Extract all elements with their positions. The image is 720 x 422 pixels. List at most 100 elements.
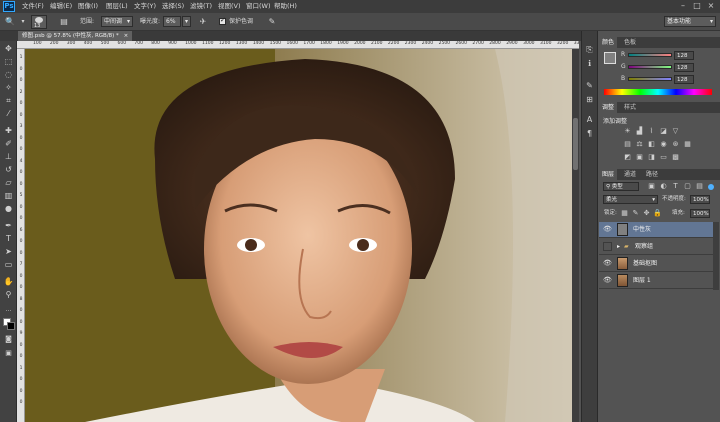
healing-icon[interactable]: ✚ xyxy=(3,125,14,136)
menu-edit[interactable]: 编辑(E) xyxy=(50,1,72,12)
background-color-swatch[interactable] xyxy=(7,322,15,330)
screen-mode-icon[interactable]: ▣ xyxy=(3,348,14,359)
layer-filter-select[interactable]: ⚲ 类型 xyxy=(603,182,639,191)
layer-row-neutral-gray[interactable]: 👁 中性灰 xyxy=(599,222,713,238)
invert-icon[interactable]: ◩ xyxy=(623,153,632,162)
curves-icon[interactable]: ⌇ xyxy=(647,127,656,136)
history-brush-icon[interactable]: ↺ xyxy=(3,164,14,175)
menu-filter[interactable]: 滤镜(T) xyxy=(190,1,212,12)
pressure-size-icon[interactable]: ✎ xyxy=(266,16,278,28)
lock-position-icon[interactable]: ✥ xyxy=(642,209,651,218)
protect-tones-checkbox[interactable]: ✓ xyxy=(219,16,226,25)
filter-shape-icon[interactable]: ▢ xyxy=(683,182,692,191)
character-panel-icon[interactable]: A xyxy=(584,114,595,125)
lock-all-icon[interactable]: 🔒 xyxy=(653,209,662,218)
path-select-icon[interactable]: ➤ xyxy=(3,246,14,257)
posterize-icon[interactable]: ▣ xyxy=(635,153,644,162)
hand-icon[interactable]: ✋ xyxy=(3,276,14,287)
lock-transparent-icon[interactable]: ▦ xyxy=(620,209,629,218)
tab-swatches[interactable]: 色板 xyxy=(621,37,639,48)
document-canvas[interactable] xyxy=(25,49,572,422)
tab-styles[interactable]: 样式 xyxy=(621,102,639,113)
range-select[interactable]: 中间调 ▾ xyxy=(101,16,133,27)
scrollbar-thumb[interactable] xyxy=(573,118,578,170)
paragraph-panel-icon[interactable]: ¶ xyxy=(584,128,595,139)
eye-icon[interactable]: 👁 xyxy=(603,225,612,234)
close-window-icon[interactable]: × xyxy=(706,1,716,11)
color-spectrum-bar[interactable] xyxy=(604,89,712,95)
eye-icon[interactable]: 👁 xyxy=(603,259,612,268)
gradient-map-icon[interactable]: ▭ xyxy=(659,153,668,162)
menu-layer[interactable]: 图层(L) xyxy=(106,1,128,12)
brightness-icon[interactable]: ☀ xyxy=(623,127,632,136)
maximize-icon[interactable]: □ xyxy=(692,1,702,11)
brush-panel-icon[interactable]: ▤ xyxy=(58,16,70,28)
filter-toggle-icon[interactable] xyxy=(708,184,714,190)
menu-type[interactable]: 文字(Y) xyxy=(134,1,156,12)
exposure-input[interactable]: 6% xyxy=(163,16,181,27)
lasso-icon[interactable]: ◌ xyxy=(3,69,14,80)
dodge-icon[interactable]: ● xyxy=(3,203,14,214)
tab-adjustments[interactable]: 调整 xyxy=(599,102,618,113)
properties-panel-icon[interactable]: ℹ xyxy=(584,58,595,69)
menu-image[interactable]: 图像(I) xyxy=(78,1,98,12)
eye-icon[interactable]: 👁 xyxy=(603,276,612,285)
menu-file[interactable]: 文件(F) xyxy=(22,1,44,12)
filter-type-icon[interactable]: T xyxy=(671,182,680,191)
history-panel-icon[interactable]: ⎘ xyxy=(584,44,595,55)
minimize-icon[interactable]: – xyxy=(678,1,688,11)
filter-pixel-icon[interactable]: ▣ xyxy=(647,182,656,191)
filter-adjust-icon[interactable]: ◐ xyxy=(659,182,668,191)
threshold-icon[interactable]: ◨ xyxy=(647,153,656,162)
clone-source-icon[interactable]: ⊞ xyxy=(584,94,595,105)
blue-slider[interactable] xyxy=(628,77,672,81)
green-slider[interactable] xyxy=(628,65,672,69)
document-tab[interactable]: 修图.psb @ 57.8% (中性灰, RGB/8) * × xyxy=(18,31,133,41)
red-slider[interactable] xyxy=(628,53,672,57)
channel-mixer-icon[interactable]: ⊛ xyxy=(671,140,680,149)
marquee-icon[interactable]: ⬚ xyxy=(3,56,14,67)
eyedropper-icon[interactable]: ⁄ xyxy=(3,108,14,119)
move-icon[interactable]: ✥ xyxy=(3,43,14,54)
layer-row-layer-1[interactable]: 👁 图层 1 xyxy=(599,273,713,289)
crop-icon[interactable]: ⌗ xyxy=(3,95,14,106)
zoom-icon[interactable]: ⚲ xyxy=(3,289,14,300)
more-tools-icon[interactable]: … xyxy=(3,304,14,315)
close-tab-icon[interactable]: × xyxy=(124,33,129,39)
photo-filter-icon[interactable]: ◉ xyxy=(659,140,668,149)
lock-pixels-icon[interactable]: ✎ xyxy=(631,209,640,218)
exposure-dropdown-icon[interactable]: ▾ xyxy=(182,16,191,27)
blend-mode-select[interactable]: 柔光 ▾ xyxy=(603,195,658,204)
tab-channels[interactable]: 通道 xyxy=(621,169,639,180)
menu-help[interactable]: 帮助(H) xyxy=(274,1,297,12)
tool-preset-chevron-icon[interactable]: ▾ xyxy=(17,16,29,28)
green-value[interactable]: 128 xyxy=(674,63,694,72)
exposure-adj-icon[interactable]: ◪ xyxy=(659,127,668,136)
menu-select[interactable]: 选择(S) xyxy=(162,1,184,12)
brush-preset-picker[interactable]: 13 xyxy=(31,15,47,29)
quick-select-icon[interactable]: ✧ xyxy=(3,82,14,93)
hue-sat-icon[interactable]: ▤ xyxy=(623,140,632,149)
menu-view[interactable]: 视图(V) xyxy=(218,1,241,12)
vertical-scrollbar[interactable] xyxy=(572,49,579,422)
brush-icon[interactable]: ✐ xyxy=(3,138,14,149)
levels-icon[interactable]: ▟ xyxy=(635,127,644,136)
tab-color[interactable]: 颜色 xyxy=(599,37,618,48)
blue-value[interactable]: 128 xyxy=(674,75,694,84)
filter-smart-icon[interactable]: ▤ xyxy=(695,182,704,191)
menu-window[interactable]: 窗口(W) xyxy=(246,1,271,12)
tab-paths[interactable]: 路径 xyxy=(643,169,661,180)
vibrance-icon[interactable]: ▽ xyxy=(671,127,680,136)
brush-presets-icon[interactable]: ✎ xyxy=(584,80,595,91)
pen-icon[interactable]: ✒ xyxy=(3,220,14,231)
tab-layers[interactable]: 图层 xyxy=(599,169,618,180)
airbrush-icon[interactable]: ✈ xyxy=(197,16,209,28)
fill-input[interactable]: 100% xyxy=(690,209,710,218)
shape-icon[interactable]: ▭ xyxy=(3,259,14,270)
color-fg-swatch[interactable] xyxy=(604,52,616,64)
layer-row-base-retouch[interactable]: 👁 基础抠图 xyxy=(599,256,713,272)
selective-color-icon[interactable]: ▩ xyxy=(671,153,680,162)
quick-mask-icon[interactable]: ◙ xyxy=(3,334,14,345)
layers-scrollbar[interactable] xyxy=(713,222,719,290)
visibility-toggle-empty[interactable] xyxy=(603,242,612,251)
